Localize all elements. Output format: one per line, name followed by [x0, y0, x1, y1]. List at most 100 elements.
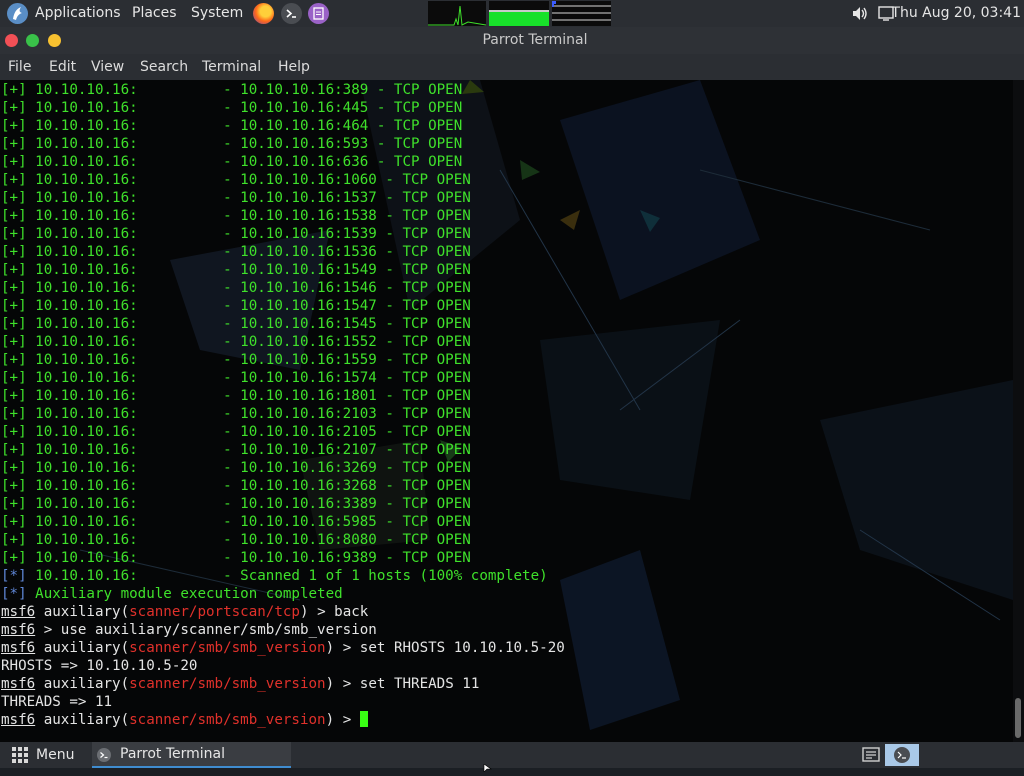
volume-icon[interactable] — [851, 0, 869, 27]
host-ip: 10.10.10.16: — [35, 280, 138, 296]
menu-help[interactable]: Help — [278, 54, 310, 80]
terminal-line: [+] 10.10.10.16: - 10.10.10.16:1538 - TC… — [1, 207, 1009, 225]
terminal-task-icon — [97, 748, 111, 762]
terminal-output: [+] 10.10.10.16: - 10.10.10.16:389 - TCP… — [1, 81, 1009, 729]
terminal-line: [+] 10.10.10.16: - 10.10.10.16:3389 - TC… — [1, 495, 1009, 513]
apps-grid-icon[interactable] — [12, 747, 28, 763]
menu-edit[interactable]: Edit — [49, 54, 76, 80]
prompt-aux-close: ) — [325, 712, 335, 728]
window-titlebar[interactable]: Parrot Terminal — [0, 27, 1024, 54]
open-port-entry: - 10.10.10.16:1546 - TCP OPEN — [223, 280, 471, 296]
menu-view[interactable]: View — [91, 54, 124, 80]
terminal-line: [+] 10.10.10.16: - 10.10.10.16:2105 - TC… — [1, 423, 1009, 441]
terminal-scrollbar[interactable] — [1013, 80, 1024, 742]
menu-search[interactable]: Search — [140, 54, 188, 80]
clock[interactable]: Thu Aug 20, 03:41 — [891, 0, 1021, 27]
status-marker: [+] — [1, 424, 27, 440]
host-ip: 10.10.10.16: — [35, 244, 138, 260]
host-ip: 10.10.10.16: — [35, 208, 138, 224]
prompt-module: scanner/smb/smb_version — [129, 640, 326, 656]
host-ip: 10.10.10.16: — [35, 172, 138, 188]
status-marker: [+] — [1, 532, 27, 548]
terminal-line: [+] 10.10.10.16: - 10.10.10.16:1060 - TC… — [1, 171, 1009, 189]
host-ip: 10.10.10.16: — [35, 316, 138, 332]
status-marker: [+] — [1, 298, 27, 314]
command-text: set RHOSTS 10.10.10.5-20 — [359, 640, 565, 656]
parrot-logo-icon[interactable] — [7, 3, 28, 24]
notes-icon[interactable] — [308, 3, 329, 24]
terminal-line: [+] 10.10.10.16: - 10.10.10.16:1545 - TC… — [1, 315, 1009, 333]
open-port-entry: - 10.10.10.16:3269 - TCP OPEN — [223, 460, 471, 476]
host-ip: 10.10.10.16: — [35, 136, 138, 152]
places-menu[interactable]: Places — [132, 0, 177, 27]
scroll-thumb[interactable] — [1015, 698, 1021, 738]
host-ip: 10.10.10.16: — [35, 100, 138, 116]
host-ip: 10.10.10.16: — [35, 262, 138, 278]
menu-terminal[interactable]: Terminal — [202, 54, 261, 80]
open-port-entry: - 10.10.10.16:2103 - TCP OPEN — [223, 406, 471, 422]
text-cursor[interactable] — [359, 711, 368, 727]
command-text: use auxiliary/scanner/smb/smb_version — [60, 622, 377, 638]
terminal-area[interactable]: [+] 10.10.10.16: - 10.10.10.16:389 - TCP… — [0, 80, 1024, 742]
terminal-line: [+] 10.10.10.16: - 10.10.10.16:2107 - TC… — [1, 441, 1009, 459]
firefox-icon[interactable] — [253, 3, 274, 24]
terminal-line: msf6 auxiliary(scanner/portscan/tcp) > b… — [1, 603, 1009, 621]
status-marker: [+] — [1, 460, 27, 476]
scan-summary: - Scanned 1 of 1 hosts (100% complete) — [223, 568, 548, 584]
show-desktop-button[interactable] — [885, 744, 919, 766]
bottom-panel: Menu Parrot Terminal — [0, 742, 1024, 773]
system-menu[interactable]: System — [191, 0, 243, 27]
applications-menu[interactable]: Applications — [35, 0, 121, 27]
menu-file[interactable]: File — [8, 54, 31, 80]
open-port-entry: - 10.10.10.16:1536 - TCP OPEN — [223, 244, 471, 260]
workspace-switcher-icon[interactable] — [862, 746, 880, 764]
taskbar-terminal[interactable]: Parrot Terminal — [92, 742, 291, 768]
system-monitor[interactable] — [428, 0, 611, 27]
open-port-entry: - 10.10.10.16:9389 - TCP OPEN — [223, 550, 471, 566]
status-marker: [+] — [1, 82, 27, 98]
terminal-line: [+] 10.10.10.16: - 10.10.10.16:1536 - TC… — [1, 243, 1009, 261]
terminal-line: [*] 10.10.10.16: - Scanned 1 of 1 hosts … — [1, 567, 1009, 585]
host-ip: 10.10.10.16: — [35, 424, 138, 440]
terminal-line: [+] 10.10.10.16: - 10.10.10.16:389 - TCP… — [1, 81, 1009, 99]
open-port-entry: - 10.10.10.16:1552 - TCP OPEN — [223, 334, 471, 350]
menu-bar: File Edit View Search Terminal Help — [0, 54, 1024, 80]
terminal-line: [+] 10.10.10.16: - 10.10.10.16:464 - TCP… — [1, 117, 1009, 135]
terminal-icon[interactable] — [281, 3, 302, 24]
host-ip: 10.10.10.16: — [35, 496, 138, 512]
status-marker: [+] — [1, 208, 27, 224]
host-ip: 10.10.10.16: — [35, 550, 138, 566]
open-port-entry: - 10.10.10.16:1801 - TCP OPEN — [223, 388, 471, 404]
msf-prompt: msf6 — [1, 640, 36, 656]
menu-button[interactable]: Menu — [36, 742, 74, 768]
status-marker: [+] — [1, 226, 27, 242]
prompt-arrow: > — [35, 622, 61, 638]
terminal-tray-icon — [894, 747, 910, 763]
prompt-aux: auxiliary( — [43, 712, 130, 728]
cpu-graph — [428, 1, 487, 26]
terminal-line: [+] 10.10.10.16: - 10.10.10.16:3269 - TC… — [1, 459, 1009, 477]
msf-prompt: msf6 — [1, 604, 36, 620]
